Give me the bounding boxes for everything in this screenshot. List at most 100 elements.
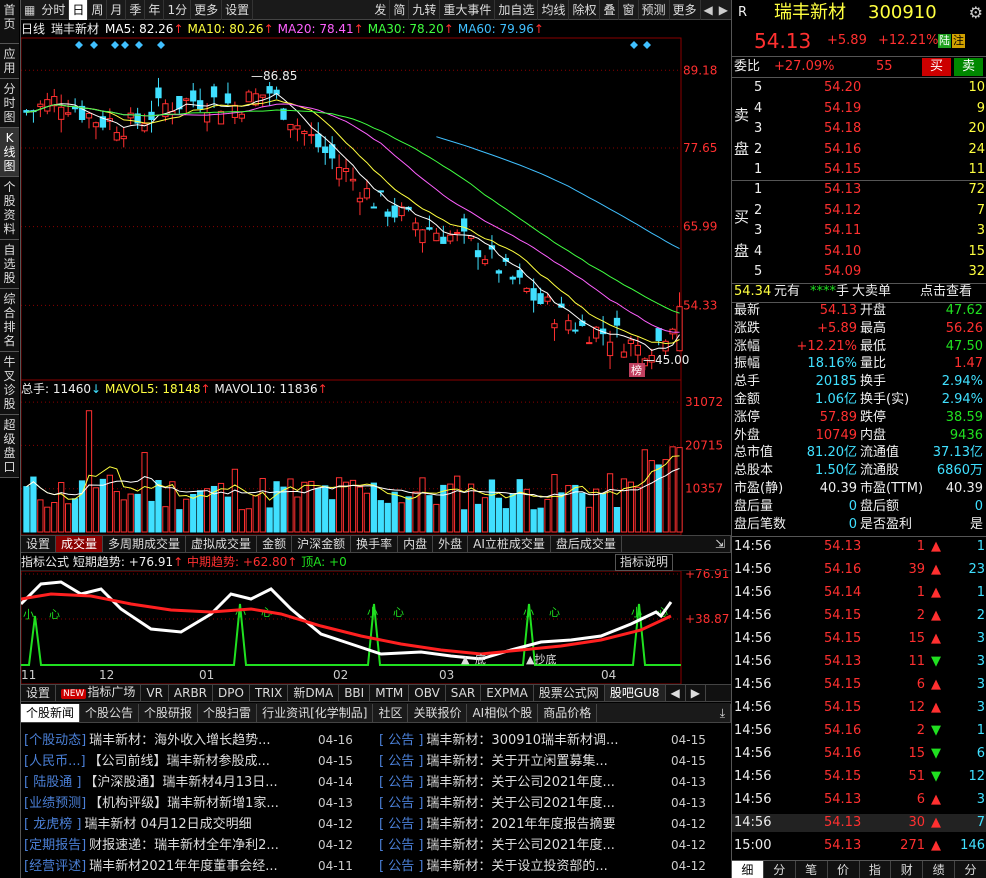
tool-btn-10[interactable]: 更多 bbox=[670, 0, 701, 20]
tool-btn-9[interactable]: 预测 bbox=[639, 0, 670, 20]
ind-tab-5[interactable]: TRIX bbox=[250, 685, 289, 701]
vol-tab-4[interactable]: 金额 bbox=[257, 536, 293, 552]
tool-btn-7[interactable]: 叠 bbox=[600, 0, 620, 20]
news-tab-8[interactable]: 商品价格 bbox=[538, 703, 598, 722]
news-item[interactable]: [人民币...] 【公司前线】瑞丰新材参股成... 04-15 bbox=[24, 751, 369, 772]
ind-tab-7[interactable]: BBI bbox=[339, 685, 371, 701]
tab-period-2[interactable]: 周 bbox=[88, 0, 108, 20]
volume-chart[interactable]: 31072 20715 10357 bbox=[21, 380, 731, 535]
vol-tab-6[interactable]: 换手率 bbox=[351, 536, 399, 552]
tool-btn-2[interactable]: 九转 bbox=[409, 0, 441, 20]
ind-tab-10[interactable]: SAR bbox=[446, 685, 482, 701]
click-view-link[interactable]: 点击查看 bbox=[920, 283, 972, 301]
vol-tab-8[interactable]: 外盘 bbox=[433, 536, 469, 552]
event-diamond[interactable] bbox=[75, 41, 83, 49]
vol-tab-9[interactable]: AI立桩成交量 bbox=[468, 536, 551, 552]
tab-period-6[interactable]: 1分 bbox=[164, 0, 192, 20]
news-tab-7[interactable]: AI相似个股 bbox=[467, 703, 539, 722]
vol-tab-7[interactable]: 内盘 bbox=[398, 536, 434, 552]
news-tab-1[interactable]: 个股公告 bbox=[80, 703, 140, 722]
tab-period-3[interactable]: 月 bbox=[107, 0, 127, 20]
grid-icon[interactable]: ▦ bbox=[21, 3, 38, 17]
news-tab-2[interactable]: 个股研报 bbox=[139, 703, 199, 722]
vol-tab-1[interactable]: 成交量 bbox=[56, 536, 104, 552]
news-tab-6[interactable]: 关联报价 bbox=[408, 703, 468, 722]
ind-tab-8[interactable]: MTM bbox=[370, 685, 410, 701]
tab-period-5[interactable]: 年 bbox=[145, 0, 165, 20]
event-diamond[interactable] bbox=[121, 41, 129, 49]
nav-item-7[interactable]: 牛叉诊股 bbox=[0, 352, 19, 415]
ind-tab-9[interactable]: OBV bbox=[409, 685, 446, 701]
news-item[interactable]: [ 公告 ] 瑞丰新材：关于开立闲置募集... 04-15 bbox=[379, 751, 729, 772]
tab-period-4[interactable]: 季 bbox=[126, 0, 146, 20]
ind-tab-3[interactable]: ARBR bbox=[169, 685, 214, 701]
next-icon[interactable]: ▶ bbox=[686, 685, 706, 701]
news-item[interactable]: [ 公告 ] 瑞丰新材：关于公司2021年度... 04-13 bbox=[379, 772, 729, 793]
ind-tab-11[interactable]: EXPMA bbox=[481, 685, 534, 701]
news-item[interactable]: [个股动态] 瑞丰新材：海外收入增长趋势... 04-16 bbox=[24, 730, 369, 751]
nav-item-3[interactable]: K线图 bbox=[0, 128, 19, 177]
kline-chart[interactable]: 89.18 77.65 65.99 54.33 —86.85 —45.00榜 bbox=[21, 20, 731, 380]
ind-tab-2[interactable]: VR bbox=[141, 685, 169, 701]
sell-button[interactable]: 卖 bbox=[954, 58, 984, 76]
indicator-name[interactable]: 指标公式 bbox=[21, 555, 69, 569]
gear-icon[interactable]: ⚙ bbox=[969, 4, 983, 22]
vol-tab-3[interactable]: 虚拟成交量 bbox=[186, 536, 258, 552]
next-icon[interactable]: ▶ bbox=[716, 3, 731, 17]
news-item[interactable]: [ 公告 ] 瑞丰新材：关于设立投资部的... 04-12 bbox=[379, 856, 729, 877]
prev-icon[interactable]: ◀ bbox=[666, 685, 686, 701]
tab-period-7[interactable]: 更多 bbox=[191, 0, 223, 20]
tool-btn-4[interactable]: 加自选 bbox=[495, 0, 539, 20]
bottom-tab-4[interactable]: 指 bbox=[859, 861, 892, 878]
download-icon[interactable]: ⤓ bbox=[715, 703, 731, 722]
event-diamond[interactable] bbox=[111, 41, 119, 49]
news-tab-4[interactable]: 行业资讯[化学制品] bbox=[257, 703, 374, 722]
event-diamond[interactable] bbox=[630, 41, 638, 49]
tool-btn-1[interactable]: 简 bbox=[390, 0, 410, 20]
bottom-tab-5[interactable]: 财 bbox=[891, 861, 924, 878]
ind-tab-6[interactable]: 新DMA bbox=[288, 685, 340, 701]
news-tab-3[interactable]: 个股扫雷 bbox=[198, 703, 258, 722]
tab-period-8[interactable]: 设置 bbox=[222, 0, 254, 20]
bottom-tab-2[interactable]: 笔 bbox=[795, 861, 828, 878]
news-item[interactable]: [ 龙虎榜 ] 瑞丰新材 04月12日成交明细 04-12 bbox=[24, 814, 369, 835]
vol-tab-5[interactable]: 沪深金额 bbox=[292, 536, 352, 552]
ind-tab-1[interactable]: NEW 指标广场 bbox=[56, 684, 142, 702]
news-item[interactable]: [ 公告 ] 瑞丰新材：300910瑞丰新材调... 04-15 bbox=[379, 730, 729, 751]
expand-icon[interactable]: ⇲ bbox=[710, 536, 731, 552]
news-item[interactable]: [ 公告 ] 瑞丰新材：2021年年度报告摘要 04-12 bbox=[379, 814, 729, 835]
ind-tab-12[interactable]: 股票公式网 bbox=[534, 685, 605, 701]
news-tab-0[interactable]: 个股新闻 bbox=[21, 703, 81, 722]
news-item[interactable]: [ 公告 ] 瑞丰新材：关于公司2021年度... 04-12 bbox=[379, 835, 729, 856]
nav-item-2[interactable]: 分时图 bbox=[0, 79, 19, 128]
indicator-chart[interactable]: +76.91+38.87小心小心小心小心小心▲ 底 ▲抄底 bbox=[21, 554, 731, 684]
tool-btn-6[interactable]: 除权 bbox=[569, 0, 601, 20]
news-item[interactable]: [定期报告] 财报速递：瑞丰新材全年净利2... 04-12 bbox=[24, 835, 369, 856]
bottom-tab-0[interactable]: 细 bbox=[732, 861, 764, 878]
vol-tab-10[interactable]: 盘后成交量 bbox=[551, 536, 622, 552]
nav-item-8[interactable]: 超级盘口 bbox=[0, 415, 19, 478]
news-item[interactable]: [业绩预测] 【机构评级】瑞丰新材新增1家... 04-13 bbox=[24, 793, 369, 814]
news-tab-5[interactable]: 社区 bbox=[373, 703, 409, 722]
nav-item-4[interactable]: 个股资料 bbox=[0, 177, 19, 240]
tool-btn-5[interactable]: 均线 bbox=[538, 0, 570, 20]
event-diamond[interactable] bbox=[90, 41, 98, 49]
prev-icon[interactable]: ◀ bbox=[701, 3, 716, 17]
nav-item-1[interactable]: 应用 bbox=[0, 44, 19, 79]
ind-tab-0[interactable]: 设置 bbox=[21, 685, 57, 701]
buy-button[interactable]: 买 bbox=[922, 58, 952, 76]
vol-tab-0[interactable]: 设置 bbox=[21, 536, 57, 552]
news-item[interactable]: [ 公告 ] 瑞丰新材：关于公司2021年度... 04-13 bbox=[379, 793, 729, 814]
ind-tab-4[interactable]: DPO bbox=[213, 685, 250, 701]
indicator-explain-button[interactable]: 指标说明 bbox=[615, 554, 674, 571]
tab-period-0[interactable]: 分时 bbox=[38, 0, 70, 20]
bottom-tab-1[interactable]: 分 bbox=[763, 861, 796, 878]
bottom-tab-3[interactable]: 价 bbox=[827, 861, 860, 878]
event-diamond[interactable] bbox=[643, 41, 651, 49]
bottom-tab-6[interactable]: 绩 bbox=[923, 861, 956, 878]
news-item[interactable]: [ 陆股通 ] 【沪深股通】瑞丰新材4月13日... 04-14 bbox=[24, 772, 369, 793]
news-item[interactable]: [经营评述] 瑞丰新材2021年年度董事会经... 04-11 bbox=[24, 856, 369, 877]
event-diamond[interactable] bbox=[157, 41, 165, 49]
nav-item-0[interactable]: 首页 bbox=[0, 0, 19, 44]
ind-tab-13[interactable]: 股吧GU8 bbox=[604, 685, 666, 701]
